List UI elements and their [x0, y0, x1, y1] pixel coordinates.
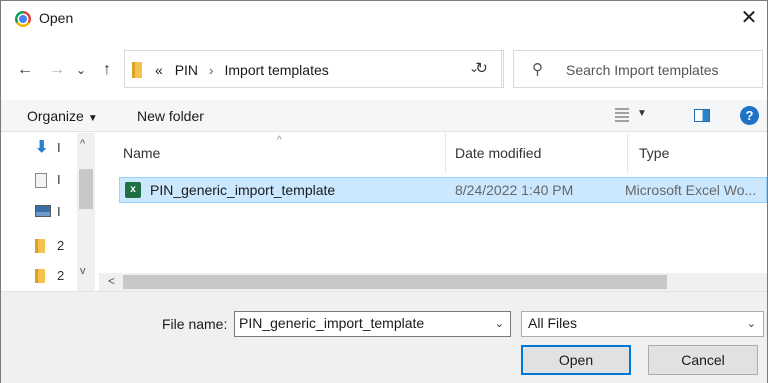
back-arrow-icon[interactable]: ← [15, 58, 35, 82]
document-icon [35, 173, 47, 188]
breadcrumb: « PIN › Import templates [155, 62, 329, 78]
up-arrow-icon[interactable]: ↑ [97, 58, 117, 82]
title-bar: Open ✕ [1, 1, 767, 37]
nav-item-label: 2 [57, 268, 65, 283]
close-button[interactable]: ✕ [737, 6, 761, 30]
nav-item-label: I [57, 172, 61, 187]
file-type-value: All Files [528, 315, 578, 331]
search-icon: ⚲ [532, 61, 543, 78]
breadcrumb-item-import-templates[interactable]: Import templates [224, 62, 328, 78]
scroll-down-icon[interactable]: v [80, 265, 86, 277]
cancel-button[interactable]: Cancel [648, 345, 758, 375]
nav-item-pictures[interactable]: I [35, 203, 75, 223]
breadcrumb-overflow[interactable]: « [155, 62, 163, 78]
nav-item-label: I [57, 140, 61, 155]
file-type-dropdown-chevron-icon: ⌄ [746, 318, 756, 330]
scroll-up-icon[interactable]: ^ [80, 138, 85, 150]
column-header-name[interactable]: Name [123, 145, 160, 161]
open-file-dialog: Open ✕ ← → ⌄ ↑ « PIN › Import templates … [0, 0, 768, 383]
command-toolbar: Organize ▼ New folder ▼ ? [1, 100, 767, 132]
sort-indicator-icon: ^ [277, 135, 282, 146]
navpane-vertical-scrollbar[interactable]: ^ v [77, 133, 95, 291]
folder-icon [35, 269, 45, 283]
forward-arrow-icon[interactable]: → [47, 58, 67, 82]
dialog-title: Open [39, 10, 74, 26]
nav-item-folder[interactable]: 2 [35, 267, 75, 287]
horizontal-scrollbar[interactable]: < [99, 273, 767, 291]
organize-button[interactable]: Organize ▼ [27, 108, 98, 124]
preview-pane-icon[interactable] [694, 109, 710, 122]
search-placeholder: Search Import templates [566, 62, 719, 78]
file-type: Microsoft Excel Wo... [625, 182, 757, 198]
column-header-date-modified[interactable]: Date modified [455, 145, 541, 161]
navigation-bar: ← → ⌄ ↑ « PIN › Import templates ⌄ ↻ ⚲ S… [1, 44, 767, 96]
chrome-app-icon [15, 11, 31, 27]
organize-label: Organize [27, 108, 84, 124]
organize-caret-icon: ▼ [87, 113, 98, 124]
help-icon[interactable]: ? [740, 106, 759, 125]
nav-item-folder[interactable]: 2 [35, 237, 75, 257]
file-row[interactable]: x PIN_generic_import_template 8/24/2022 … [119, 177, 767, 203]
view-options-icon[interactable] [615, 108, 629, 122]
file-type-select[interactable]: All Files ⌄ [521, 311, 764, 337]
excel-file-icon: x [125, 182, 141, 198]
nav-item-downloads[interactable]: ⬇ I [35, 139, 75, 159]
file-name-value: PIN_generic_import_template [239, 315, 425, 331]
navigation-pane: ⬇ I I I 2 2 ^ v [1, 133, 97, 291]
column-header-type[interactable]: Type [639, 145, 669, 161]
new-folder-button[interactable]: New folder [137, 108, 204, 124]
column-divider[interactable] [445, 133, 446, 173]
nav-item-label: 2 [57, 238, 65, 253]
nav-item-label: I [57, 204, 61, 219]
column-divider[interactable] [627, 133, 628, 173]
breadcrumb-separator: › [208, 62, 214, 78]
open-button[interactable]: Open [521, 345, 631, 375]
file-name-input[interactable]: PIN_generic_import_template ⌄ [234, 311, 511, 337]
refresh-icon[interactable]: ↻ [462, 50, 502, 88]
file-name-label: File name: [162, 316, 228, 332]
dialog-footer: File name: PIN_generic_import_template ⌄… [1, 291, 767, 383]
file-name: PIN_generic_import_template [150, 182, 336, 198]
file-name-dropdown-chevron-icon[interactable]: ⌄ [495, 317, 504, 330]
download-arrow-icon: ⬇ [35, 139, 49, 156]
file-date-modified: 8/24/2022 1:40 PM [455, 182, 574, 198]
nav-item-documents[interactable]: I [35, 171, 75, 191]
recent-locations-chevron-icon[interactable]: ⌄ [71, 58, 91, 82]
address-bar[interactable]: « PIN › Import templates ⌄ [124, 50, 504, 88]
file-list: ^ Name Date modified Type x PIN_generic_… [99, 133, 767, 291]
folder-icon [35, 239, 45, 253]
scroll-thumb[interactable] [123, 275, 667, 289]
search-box[interactable]: ⚲ Search Import templates [513, 50, 763, 88]
view-caret-icon[interactable]: ▼ [637, 108, 647, 119]
breadcrumb-item-pin[interactable]: PIN [175, 62, 198, 78]
pictures-icon [35, 205, 51, 217]
scroll-left-icon[interactable]: < [108, 274, 115, 288]
folder-icon [132, 62, 142, 78]
scroll-thumb[interactable] [79, 169, 93, 209]
